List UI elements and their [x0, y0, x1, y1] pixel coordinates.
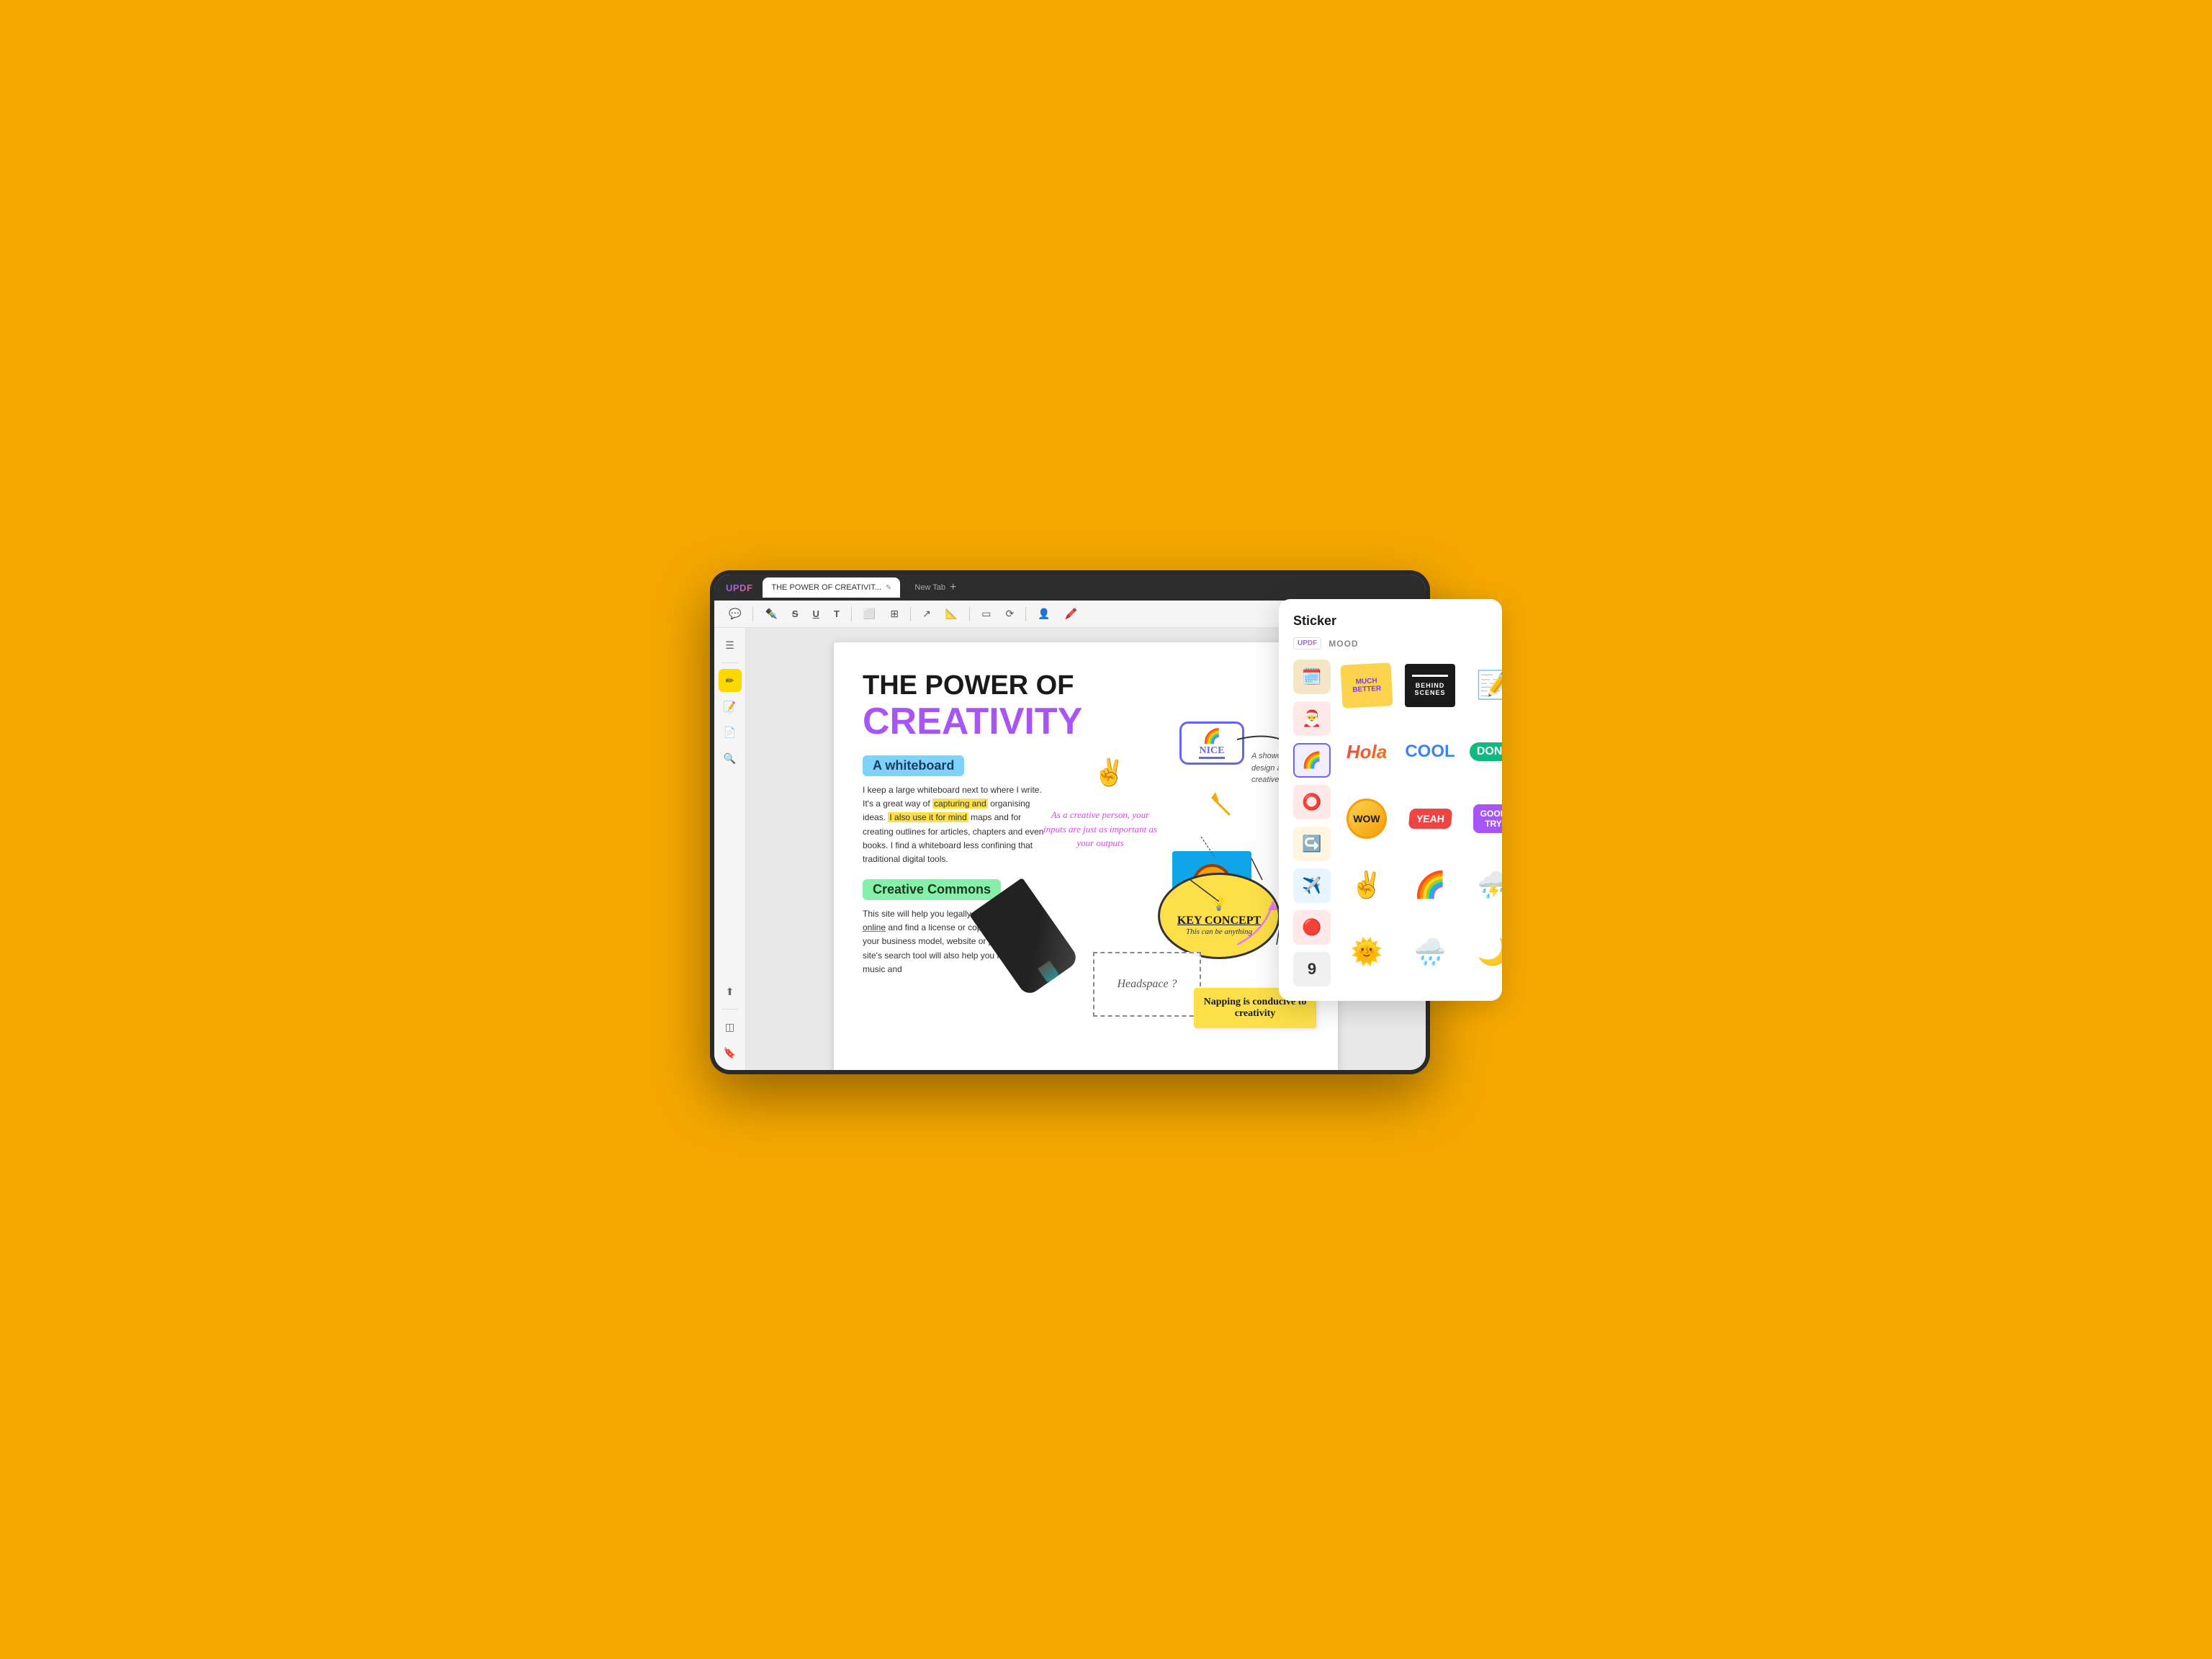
separator [752, 607, 753, 621]
sticker-much-better[interactable]: MUCHBETTER [1338, 660, 1395, 711]
sidebar-ocr[interactable]: 🔍 [719, 747, 742, 770]
sticker-thumb-plane[interactable]: ✈️ [1293, 868, 1331, 903]
sidebar-annotate[interactable]: ✏ [719, 669, 742, 692]
done-sticker: DONE [1470, 742, 1502, 761]
shape-tool[interactable]: ▭ [979, 606, 994, 621]
sidebar-edit[interactable]: 📝 [719, 695, 742, 718]
highlight-tool[interactable]: 🖍️ [1062, 606, 1080, 621]
sticker-left-col: 🗓️ 🎅 🌈 ⭕ ↪️ ✈️ 🔴 9 [1293, 660, 1331, 986]
peace-hand-doodle: ✌️ [1093, 757, 1125, 788]
sticker-good-try[interactable]: GOODTRY [1465, 793, 1502, 845]
sticker-main-grid: MUCHBETTER BEHIND SCENES 📝 Hola [1338, 660, 1502, 986]
sidebar-bookmark[interactable]: 🔖 [719, 1041, 742, 1064]
section1-heading: A whiteboard [863, 755, 964, 776]
sticker-wow[interactable]: WOW [1338, 793, 1395, 845]
sticker-yeah[interactable]: YEAH [1401, 793, 1459, 845]
ruler-tool[interactable]: 📐 [943, 606, 961, 621]
key-concept-title: KEY CONCEPT [1177, 914, 1261, 927]
section1-text: I keep a large whiteboard next to where … [863, 783, 1050, 866]
device-wrapper: UPDF THE POWER OF CREATIVIT... ✎ New Tab… [710, 570, 1502, 1089]
text-tool[interactable]: T [831, 607, 842, 621]
much-better-sticker: MUCHBETTER [1340, 662, 1393, 709]
tab-active[interactable]: THE POWER OF CREATIVIT... ✎ [763, 577, 900, 598]
sidebar-divider2 [721, 1009, 739, 1010]
arrow-tool[interactable]: ↗ [920, 606, 934, 621]
yeah-sticker: YEAH [1408, 809, 1452, 829]
wow-sticker: WOW [1346, 799, 1387, 839]
separator5 [1025, 607, 1026, 621]
sticker-notepad[interactable]: 📝 [1465, 660, 1502, 711]
rainbow-in-badge: 🌈 [1203, 727, 1221, 745]
separator4 [969, 607, 970, 621]
sidebar-export[interactable]: ⬆ [719, 980, 742, 1003]
tab-new[interactable]: New Tab + [906, 577, 965, 598]
sun-face-emoji: 🌞 [1351, 937, 1383, 967]
sticker-thumb-santa[interactable]: 🎅 [1293, 701, 1331, 736]
new-tab-plus-icon[interactable]: + [950, 581, 956, 594]
left-sidebar: ☰ ✏ 📝 📄 🔍 ⬆ ◫ 🔖 [714, 628, 746, 1070]
document-page: THE POWER OF CREATIVITY A whiteboard I k… [834, 642, 1338, 1070]
sticker-thumb-oval[interactable]: ⭕ [1293, 785, 1331, 819]
sidebar-layers[interactable]: ◫ [719, 1015, 742, 1038]
sticker-hola[interactable]: Hola [1338, 726, 1395, 778]
sticker-tabs: UPDF MOOD [1293, 637, 1488, 649]
headspace-box: Headspace ? [1093, 952, 1201, 1017]
rain-cloud-emoji: 🌧️ [1414, 937, 1447, 967]
sticker-rain-cloud[interactable]: 🌧️ [1401, 926, 1459, 978]
updf-logo: UPDF [721, 583, 757, 593]
key-concept-bubble: 💡 KEY CONCEPT This can be anything [1158, 873, 1280, 959]
moon-emoji: 🌙 [1478, 937, 1502, 967]
key-concept-sub: This can be anything [1186, 927, 1252, 936]
sidebar-pages[interactable]: ☰ [719, 634, 742, 657]
separator2 [851, 607, 852, 621]
underline-tool[interactable]: U [810, 607, 822, 621]
underline-text: online [863, 922, 886, 932]
pen-tool[interactable]: ✒️ [762, 606, 780, 621]
titlebar: UPDF THE POWER OF CREATIVIT... ✎ New Tab… [714, 575, 1426, 601]
nice-badge: 🌈 NICE [1179, 721, 1244, 765]
sticker-moon[interactable]: 🌙 [1465, 926, 1502, 978]
highlight-text2: I also use it for mind [888, 812, 968, 822]
rainbow-emoji: 🌈 [1414, 870, 1447, 900]
section2-heading: Creative Commons [863, 879, 1001, 900]
marker-tip [1038, 961, 1059, 983]
comment-tool[interactable]: 💬 [726, 606, 744, 621]
sticker-rainbow[interactable]: 🌈 [1401, 859, 1459, 911]
sticker-behind-scenes[interactable]: BEHIND SCENES [1401, 660, 1459, 711]
text-box-tool[interactable]: ⬜ [860, 606, 878, 621]
highlight-text: capturing and [932, 799, 988, 809]
sticker-tab-mood[interactable]: MOOD [1328, 639, 1358, 649]
sidebar-organize[interactable]: 📄 [719, 721, 742, 744]
peace-hand-emoji: ✌️ [1351, 870, 1383, 900]
sticker-thumb-nine[interactable]: 9 [1293, 952, 1331, 986]
sticker-panel: Sticker UPDF MOOD 🗓️ 🎅 🌈 ⭕ ↪️ ✈️ 🔴 9 [1279, 599, 1502, 1001]
hola-sticker: Hola [1346, 741, 1387, 763]
sticker-peace-hand[interactable]: ✌️ [1338, 859, 1395, 911]
strikethrough-tool[interactable]: S [789, 607, 801, 621]
sticker-done[interactable]: DONE [1465, 726, 1502, 778]
sticker-body: 🗓️ 🎅 🌈 ⭕ ↪️ ✈️ 🔴 9 MUCHBETTER BEHIND [1293, 660, 1488, 986]
lightning-emoji: ⛈️ [1478, 870, 1502, 900]
sticker-sun-face[interactable]: 🌞 [1338, 926, 1395, 978]
sticker-thumb-dot[interactable]: 🔴 [1293, 910, 1331, 945]
lasso-tool[interactable]: ⟳ [1002, 606, 1017, 621]
good-try-sticker: GOODTRY [1473, 804, 1502, 833]
notepad-emoji: 📝 [1476, 670, 1502, 701]
sidebar-divider [721, 662, 739, 663]
sticker-panel-title: Sticker [1293, 613, 1488, 629]
sticker-cool[interactable]: COOL [1401, 726, 1459, 778]
nice-text: NICE [1199, 745, 1224, 759]
cool-sticker: COOL [1405, 742, 1455, 762]
sticker-tab-updf[interactable]: UPDF [1293, 637, 1321, 649]
sticker-thumb-arrow[interactable]: ↪️ [1293, 827, 1331, 861]
sticker-lightning[interactable]: ⛈️ [1465, 859, 1502, 911]
sticker-thumb-rainbow[interactable]: 🌈 [1293, 743, 1331, 778]
sticker-thumb-tape[interactable]: 🗓️ [1293, 660, 1331, 694]
user-tool[interactable]: 👤 [1035, 606, 1053, 621]
tab-edit-icon[interactable]: ✎ [886, 584, 891, 592]
behind-scenes-sticker: BEHIND SCENES [1405, 664, 1455, 707]
columns-tool[interactable]: ⊞ [887, 606, 902, 621]
italic-creative-text: As a creative person, your inputs are ju… [1043, 808, 1158, 850]
separator3 [910, 607, 911, 621]
